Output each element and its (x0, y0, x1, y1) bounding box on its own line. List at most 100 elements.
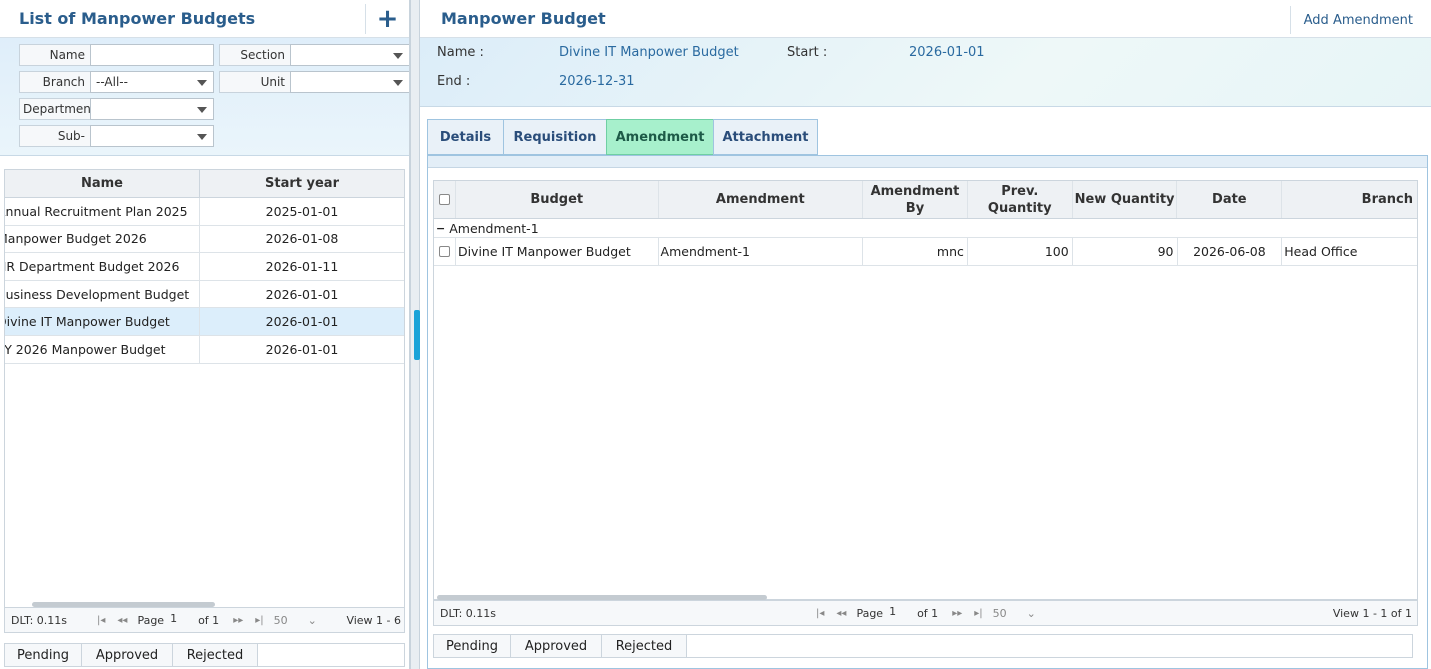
manpower-budget-title: Manpower Budget (441, 9, 606, 28)
column-header-amendment-by[interactable]: Amendment By (863, 181, 968, 218)
info-end-value: 2026-12-31 (559, 74, 635, 89)
right-pager: DLT: 0.11s |◂ ◂◂ Page 1 of 1 ▸▸ ▸| 50 ⌄ … (433, 600, 1418, 626)
tab-pending[interactable]: Pending (434, 635, 511, 657)
column-header-start-year[interactable]: Start year (200, 170, 404, 197)
left-pager-dlt: DLT: 0.11s (11, 613, 68, 627)
info-name-label: Name : (437, 45, 484, 60)
row-start-year: 2026-01-11 (265, 258, 339, 274)
table-row[interactable]: Manpower Budget 2026 2026-01-08 (5, 225, 404, 254)
info-name-value: Divine IT Manpower Budget (559, 45, 739, 60)
sub-filter-select[interactable] (90, 125, 214, 147)
tab-strip (428, 156, 1427, 168)
right-pager-view: View 1 - 1 of 1 (1332, 606, 1412, 620)
column-header-prev-quantity[interactable]: Prev. Quantity (968, 181, 1073, 218)
cell-amendment: Amendment-1 (659, 238, 864, 265)
row-checkbox-cell[interactable] (434, 238, 456, 265)
tab-requisition[interactable]: Requisition (503, 119, 606, 155)
branch-filter-select[interactable]: --All-- (90, 71, 214, 93)
add-budget-button[interactable]: + (365, 4, 409, 34)
left-pager: DLT: 0.11s |◂ ◂◂ Page 1 of 1 ▸▸ ▸| 50 ⌄ … (4, 607, 405, 633)
tab-rejected[interactable]: Rejected (602, 635, 687, 657)
row-name: HR Department Budget 2026 (5, 258, 180, 274)
amendment-tab-content: Budget Amendment Amendment By Prev. Quan… (427, 155, 1428, 669)
tab-rejected[interactable]: Rejected (173, 644, 258, 666)
table-row[interactable]: Business Development Budget 2026-01-01 (5, 280, 404, 309)
panel-splitter[interactable] (410, 0, 420, 669)
table-row[interactable]: FY 2026 Manpower Budget 2026-01-01 (5, 335, 404, 364)
cell-new-quantity: 90 (1073, 238, 1178, 265)
select-all-checkbox[interactable] (438, 194, 450, 205)
page-input[interactable]: 1 (887, 605, 907, 621)
tab-amendment[interactable]: Amendment (606, 119, 713, 155)
table-row[interactable]: HR Department Budget 2026 2026-01-11 (5, 253, 404, 281)
row-start-year: 2026-01-01 (265, 341, 339, 357)
column-header-budget[interactable]: Budget (456, 181, 659, 218)
amendment-grid-header: Budget Amendment Amendment By Prev. Quan… (434, 181, 1417, 219)
rows-per-page[interactable]: 50 (274, 614, 288, 627)
budget-list-empty-area (4, 364, 405, 607)
table-row-selected[interactable]: Divine IT Manpower Budget 2026-01-01 (5, 308, 404, 336)
unit-filter-select[interactable] (290, 71, 409, 93)
group-row[interactable]: − Amendment-1 (434, 219, 1417, 238)
page-input[interactable]: 1 (168, 612, 188, 628)
table-row[interactable]: Divine IT Manpower Budget Amendment-1 mn… (434, 238, 1417, 266)
sub-filter-label: Sub- (19, 125, 91, 147)
row-name: Divine IT Manpower Budget (5, 314, 170, 330)
first-page-icon[interactable]: |◂ (816, 608, 824, 619)
first-page-icon[interactable]: |◂ (97, 615, 105, 626)
right-status-tabs: Pending Approved Rejected (433, 634, 1413, 658)
last-page-icon[interactable]: ▸| (974, 608, 982, 619)
department-filter-label: Department (19, 98, 91, 120)
right-pager-dlt: DLT: 0.11s (440, 606, 497, 620)
column-header-amendment[interactable]: Amendment (659, 181, 864, 218)
row-checkbox[interactable] (438, 246, 450, 257)
add-amendment-button[interactable]: Add Amendment (1289, 6, 1431, 34)
cell-amendment-by: mnc (863, 238, 968, 265)
next-page-icon[interactable]: ▸▸ (233, 615, 243, 626)
group-label: Amendment-1 (449, 220, 539, 236)
filter-area: Name Section Branch --All-- Unit Departm… (0, 38, 409, 156)
cell-budget: Divine IT Manpower Budget (456, 238, 659, 265)
left-pager-view: View 1 - 6 (346, 613, 401, 627)
department-filter-select[interactable] (90, 98, 214, 120)
cell-date: 2026-06-08 (1178, 238, 1283, 265)
page-of: of 1 (198, 613, 220, 627)
row-name: Annual Recruitment Plan 2025 (5, 203, 188, 219)
tab-attachment[interactable]: Attachment (713, 119, 818, 155)
plus-icon: + (376, 4, 399, 34)
left-status-tabs: Pending Approved Rejected (4, 643, 405, 667)
rows-per-page[interactable]: 50 (993, 607, 1007, 620)
next-page-icon[interactable]: ▸▸ (952, 608, 962, 619)
tab-details[interactable]: Details (427, 119, 503, 155)
tab-approved[interactable]: Approved (511, 635, 602, 657)
amendment-grid: Budget Amendment Amendment By Prev. Quan… (433, 180, 1418, 600)
column-header-branch[interactable]: Branch (1282, 181, 1417, 218)
last-page-icon[interactable]: ▸| (255, 615, 263, 626)
section-filter-select[interactable] (290, 44, 409, 66)
unit-filter-label: Unit (219, 71, 291, 93)
section-filter-label: Section (219, 44, 291, 66)
column-header-name[interactable]: Name (5, 170, 200, 197)
page-label: Page (856, 606, 884, 620)
collapse-icon[interactable]: − (436, 222, 445, 235)
tab-approved[interactable]: Approved (82, 644, 173, 666)
branch-filter-value: --All-- (96, 75, 128, 89)
column-header-date[interactable]: Date (1177, 181, 1283, 218)
budget-list-grid-header: Name Start year (5, 170, 404, 198)
info-end-label: End : (437, 74, 471, 89)
prev-page-icon[interactable]: ◂◂ (117, 615, 127, 626)
budget-info: Name : Divine IT Manpower Budget Start :… (420, 38, 1431, 107)
tab-pending[interactable]: Pending (5, 644, 82, 666)
chevron-down-icon[interactable]: ⌄ (308, 614, 317, 627)
select-all-checkbox-cell[interactable] (434, 181, 456, 218)
prev-page-icon[interactable]: ◂◂ (836, 608, 846, 619)
name-filter-label: Name (19, 44, 91, 66)
row-start-year: 2026-01-01 (265, 314, 339, 330)
row-name: Manpower Budget 2026 (5, 231, 147, 247)
name-filter-input[interactable] (90, 44, 214, 66)
chevron-down-icon[interactable]: ⌄ (1027, 607, 1036, 620)
row-start-year: 2026-01-01 (265, 286, 339, 302)
column-header-new-quantity[interactable]: New Quantity (1073, 181, 1178, 218)
info-start-value: 2026-01-01 (909, 45, 985, 60)
table-row[interactable]: Annual Recruitment Plan 2025 2025-01-01 (5, 198, 404, 226)
